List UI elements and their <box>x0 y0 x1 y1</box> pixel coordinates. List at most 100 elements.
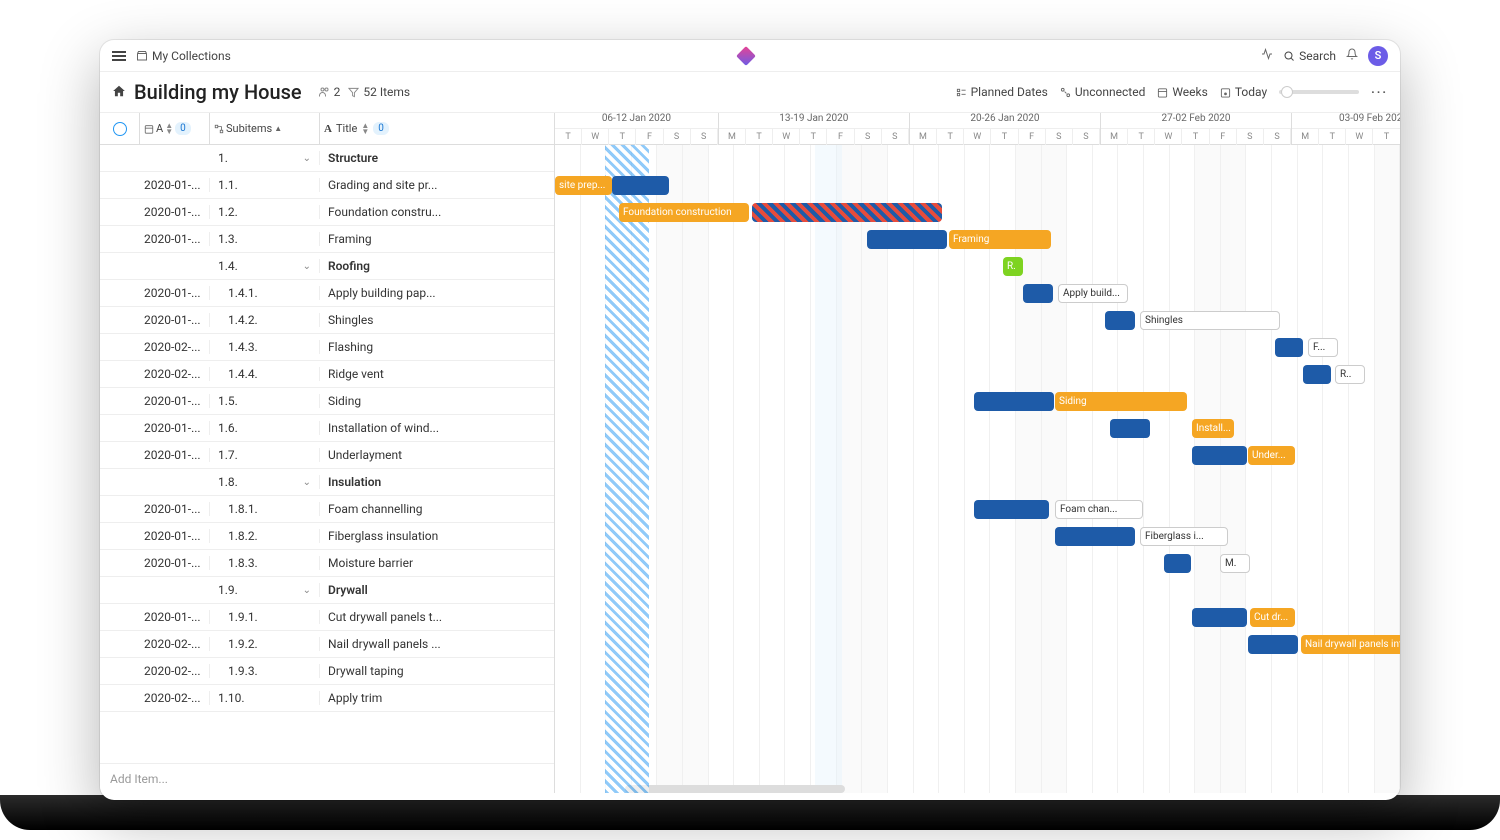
gantt-bar[interactable] <box>1303 365 1331 384</box>
chevron-down-icon[interactable]: ⌄ <box>303 477 311 488</box>
gantt-bar[interactable] <box>1248 635 1298 654</box>
notifications-icon[interactable] <box>1346 48 1358 63</box>
table-row[interactable]: 1.⌄Structure <box>100 145 554 172</box>
gantt-row[interactable]: M. <box>555 550 1400 577</box>
gantt-bar[interactable] <box>974 500 1049 519</box>
gantt-bar[interactable] <box>1055 527 1135 546</box>
gantt-row[interactable]: Framing <box>555 226 1400 253</box>
gantt-row[interactable]: F... <box>555 334 1400 361</box>
gantt-bar[interactable] <box>867 230 947 249</box>
gantt-bar[interactable] <box>752 203 942 222</box>
gantt-row[interactable]: Nail drywall panels into wall <box>555 631 1400 658</box>
activity-icon[interactable] <box>1261 48 1273 63</box>
gantt-row[interactable]: Shingles <box>555 307 1400 334</box>
gantt-row[interactable]: site prep... <box>555 172 1400 199</box>
table-body[interactable]: 1.⌄Structure2020-01-...1.1.Grading and s… <box>100 145 554 763</box>
gantt-bar[interactable]: Foundation construction <box>619 203 749 222</box>
chevron-down-icon[interactable]: ⌄ <box>303 585 311 596</box>
gantt-row[interactable]: Siding <box>555 388 1400 415</box>
gantt-bar[interactable] <box>1110 419 1150 438</box>
table-row[interactable]: 2020-01-...1.6.Installation of wind... <box>100 415 554 442</box>
table-row[interactable]: 1.4.⌄Roofing <box>100 253 554 280</box>
gantt-bar[interactable]: M. <box>1220 554 1250 573</box>
table-row[interactable]: 2020-02-...1.10.Apply trim <box>100 685 554 712</box>
collections-link[interactable]: My Collections <box>136 49 231 63</box>
home-icon[interactable] <box>112 84 126 101</box>
gantt-bar[interactable]: F... <box>1308 338 1338 357</box>
gantt-row[interactable] <box>555 685 1400 712</box>
gantt-chart[interactable]: 06-12 Jan 2020TWTFSS13-19 Jan 2020MTWTFS… <box>555 113 1400 793</box>
gantt-bar[interactable] <box>1105 311 1135 330</box>
column-title-header[interactable]: A Title ▲▼ 0 <box>320 113 554 144</box>
gantt-bar[interactable]: Cut dr... <box>1250 608 1295 627</box>
table-row[interactable]: 2020-01-...1.9.1.Cut drywall panels t... <box>100 604 554 631</box>
app-logo[interactable] <box>739 49 753 63</box>
table-row[interactable]: 2020-01-...1.5.Siding <box>100 388 554 415</box>
gantt-bar[interactable]: R.. <box>1335 365 1365 384</box>
today-button[interactable]: Today <box>1220 85 1267 99</box>
gantt-row[interactable]: Under... <box>555 442 1400 469</box>
gantt-bar[interactable] <box>974 392 1054 411</box>
table-row[interactable]: 2020-01-...1.8.3.Moisture barrier <box>100 550 554 577</box>
gantt-row[interactable]: Apply build... <box>555 280 1400 307</box>
gantt-bar[interactable] <box>1164 554 1191 573</box>
table-row[interactable]: 2020-01-...1.8.2.Fiberglass insulation <box>100 523 554 550</box>
table-row[interactable]: 2020-01-...1.8.1.Foam channelling <box>100 496 554 523</box>
gantt-bar[interactable]: Install... <box>1192 419 1234 438</box>
row-marker-header[interactable] <box>100 113 140 144</box>
table-row[interactable]: 2020-02-...1.4.3.Flashing <box>100 334 554 361</box>
gantt-bar[interactable] <box>1275 338 1303 357</box>
column-a-header[interactable]: A ▲▼ 0 <box>140 113 210 144</box>
gantt-bar[interactable]: Under... <box>1248 446 1295 465</box>
gantt-row[interactable] <box>555 577 1400 604</box>
chevron-down-icon[interactable]: ⌄ <box>303 261 311 272</box>
menu-button[interactable] <box>112 51 126 61</box>
planned-dates-button[interactable]: Planned Dates <box>956 85 1048 99</box>
table-row[interactable]: 2020-01-...1.4.2.Shingles <box>100 307 554 334</box>
zoom-slider[interactable] <box>1279 90 1359 94</box>
more-menu[interactable]: ··· <box>1371 85 1388 99</box>
unconnected-button[interactable]: Unconnected <box>1060 85 1146 99</box>
gantt-row[interactable]: Foam chan... <box>555 496 1400 523</box>
add-item-input[interactable]: Add Item... <box>100 763 554 793</box>
table-row[interactable]: 1.9.⌄Drywall <box>100 577 554 604</box>
collaborators-count[interactable]: 2 <box>318 85 341 99</box>
table-row[interactable]: 2020-01-...1.4.1.Apply building pap... <box>100 280 554 307</box>
table-row[interactable]: 2020-01-...1.3.Framing <box>100 226 554 253</box>
table-row[interactable]: 2020-01-...1.1.Grading and site pr... <box>100 172 554 199</box>
gantt-row[interactable]: R.. <box>555 361 1400 388</box>
column-subitems-header[interactable]: Subitems ▲ <box>210 113 320 144</box>
gantt-row[interactable]: R. <box>555 253 1400 280</box>
table-row[interactable]: 2020-01-...1.7.Underlayment <box>100 442 554 469</box>
horizontal-scrollbar[interactable] <box>625 785 845 793</box>
gantt-bar[interactable]: Framing <box>949 230 1051 249</box>
gantt-bar[interactable]: Apply build... <box>1058 284 1128 303</box>
table-row[interactable]: 2020-02-...1.9.3.Drywall taping <box>100 658 554 685</box>
table-row[interactable]: 2020-01-...1.2.Foundation constru... <box>100 199 554 226</box>
gantt-bar[interactable]: Siding <box>1055 392 1187 411</box>
chevron-down-icon[interactable]: ⌄ <box>303 153 311 164</box>
table-row[interactable]: 2020-02-...1.4.4.Ridge vent <box>100 361 554 388</box>
user-avatar[interactable]: S <box>1368 46 1388 66</box>
gantt-bar[interactable]: Nail drywall panels into wall <box>1301 635 1400 654</box>
gantt-bar[interactable]: Foam chan... <box>1055 500 1143 519</box>
weeks-button[interactable]: Weeks <box>1157 85 1207 99</box>
gantt-bar[interactable]: Fiberglass i... <box>1140 527 1228 546</box>
gantt-bar[interactable] <box>1192 608 1247 627</box>
gantt-row[interactable]: Fiberglass i... <box>555 523 1400 550</box>
gantt-row[interactable]: Cut dr... <box>555 604 1400 631</box>
filter-items[interactable]: 52 Items <box>348 85 410 99</box>
table-row[interactable]: 2020-02-...1.9.2.Nail drywall panels ... <box>100 631 554 658</box>
gantt-row[interactable] <box>555 145 1400 172</box>
gantt-row[interactable]: Install... <box>555 415 1400 442</box>
gantt-bar[interactable]: Shingles <box>1140 311 1280 330</box>
table-row[interactable]: 1.8.⌄Insulation <box>100 469 554 496</box>
gantt-bar[interactable] <box>1023 284 1053 303</box>
gantt-bar[interactable] <box>612 176 669 195</box>
gantt-row[interactable] <box>555 658 1400 685</box>
gantt-bar[interactable]: R. <box>1003 257 1023 276</box>
gantt-bar[interactable]: site prep... <box>555 176 612 195</box>
gantt-row[interactable]: Foundation construction <box>555 199 1400 226</box>
gantt-bar[interactable] <box>1192 446 1247 465</box>
search-button[interactable]: Search <box>1283 49 1336 63</box>
